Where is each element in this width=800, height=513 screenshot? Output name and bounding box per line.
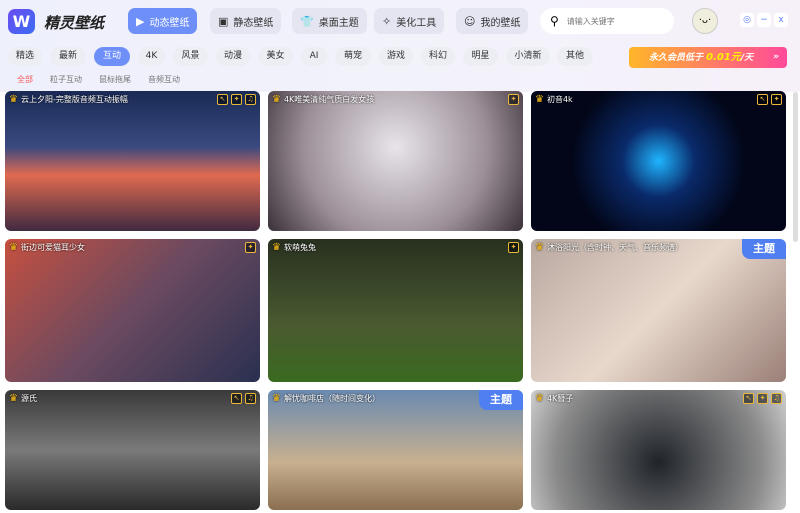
particle-icon: ✦ xyxy=(508,242,519,253)
image-icon: ▣ xyxy=(218,14,229,28)
scrollbar[interactable] xyxy=(793,92,798,242)
smile-icon: ☺ xyxy=(464,14,476,28)
particle-icon: ✦ xyxy=(757,393,768,404)
promo-price: 0.01元 xyxy=(706,52,741,63)
card-title-text: 云上夕阳-完整版音频互动振幅 xyxy=(20,95,128,104)
mouse-icon: ↖ xyxy=(757,94,768,105)
crown-icon: ♛ xyxy=(9,393,18,404)
play-icon: ▶ xyxy=(136,14,145,28)
wallpaper-card[interactable]: ♛ 沐浴阳光（含时钟、天气、音乐频谱） 主题 xyxy=(531,239,786,382)
nav-label: 我的壁纸 xyxy=(480,17,521,29)
search-box[interactable]: ⚲ xyxy=(540,8,674,34)
wallpaper-card[interactable]: ♛ 软萌兔兔 ✦ xyxy=(268,239,523,382)
subcategory-tab[interactable]: 粒子互动 xyxy=(50,74,82,85)
card-title: ♛ 4K簪子 xyxy=(535,393,573,404)
category-tab[interactable]: 互动 xyxy=(94,47,130,66)
app-logo: W xyxy=(8,9,35,34)
shirt-icon: 👕 xyxy=(300,14,314,28)
crown-icon: ♛ xyxy=(9,94,18,105)
nav-my-wallpaper[interactable]: ☺ 我的壁纸 xyxy=(456,8,529,34)
close-button[interactable]: x xyxy=(774,13,788,27)
wallpaper-card[interactable]: ♛ 初音4k ↖ ✦ xyxy=(531,91,786,231)
card-title: ♛ 初音4k xyxy=(535,94,573,105)
category-tab[interactable]: 明星 xyxy=(463,47,498,66)
category-tab[interactable]: AI xyxy=(301,47,327,66)
category-tab[interactable]: 美女 xyxy=(258,47,293,66)
card-title-text: 4K簪子 xyxy=(546,394,574,403)
category-tab[interactable]: 游戏 xyxy=(379,47,413,66)
music-icon: ♫ xyxy=(245,94,256,105)
category-tab[interactable]: 动漫 xyxy=(216,47,250,66)
subcategory-tab[interactable]: 鼠标拖尾 xyxy=(99,74,131,85)
category-tab[interactable]: 精选 xyxy=(8,47,42,66)
nav-beautify-tools[interactable]: ✧ 美化工具 xyxy=(374,8,445,34)
mouse-icon: ↖ xyxy=(231,393,242,404)
nav-dynamic-wallpaper[interactable]: ▶ 动态壁纸 xyxy=(128,8,198,34)
tool-icon: ✧ xyxy=(382,14,392,28)
card-title: ♛ 街边可爱猫耳少女 xyxy=(9,242,85,253)
promo-arrow-icon: » xyxy=(773,52,779,62)
promo-unit: /天 xyxy=(740,53,754,63)
category-tab[interactable]: 风景 xyxy=(173,47,208,66)
theme-badge: 主题 xyxy=(742,239,786,259)
card-title-text: 源氏 xyxy=(20,394,37,403)
wallpaper-card[interactable]: ♛ 源氏 ↖ ♫ xyxy=(5,390,260,510)
nav-label: 桌面主题 xyxy=(318,17,359,29)
nav-desktop-theme[interactable]: 👕 桌面主题 xyxy=(292,8,367,34)
card-title-text: 4K唯美清纯气质白发女孩 xyxy=(283,95,375,104)
category-tab[interactable]: 萌宠 xyxy=(335,47,371,66)
subcategory-tab[interactable]: 音频互动 xyxy=(148,74,180,85)
wallpaper-card[interactable]: ♛ 云上夕阳-完整版音频互动振幅 ↖ ✦ ♫ xyxy=(5,91,260,231)
card-title-text: 解忧咖啡店（随时间变化） xyxy=(283,394,380,403)
card-title-text: 软萌兔兔 xyxy=(283,243,316,252)
card-title: ♛ 4K唯美清纯气质白发女孩 xyxy=(272,94,374,105)
wallpaper-card[interactable]: ♛ 街边可爱猫耳少女 ✦ xyxy=(5,239,260,382)
crown-icon: ♛ xyxy=(535,242,544,253)
particle-icon: ✦ xyxy=(771,94,782,105)
wallpaper-card[interactable]: ♛ 4K簪子 ↖ ✦ ♫ xyxy=(531,390,786,510)
card-title-text: 街边可爱猫耳少女 xyxy=(20,243,85,252)
subcategory-tab[interactable]: 全部 xyxy=(17,74,33,85)
crown-icon: ♛ xyxy=(272,393,281,404)
card-title: ♛ 沐浴阳光（含时钟、天气、音乐频谱） xyxy=(535,242,683,253)
music-icon: ♫ xyxy=(771,393,782,404)
settings-button[interactable]: ◎ xyxy=(740,13,754,27)
category-tab[interactable]: 小清新 xyxy=(506,47,550,66)
category-tab[interactable]: 科幻 xyxy=(421,47,455,66)
particle-icon: ✦ xyxy=(231,94,242,105)
category-tab[interactable]: 最新 xyxy=(50,47,86,66)
nav-label: 静态壁纸 xyxy=(233,17,274,29)
theme-badge: 主题 xyxy=(479,390,523,410)
wallpaper-card[interactable]: ♛ 解忧咖啡店（随时间变化） 主题 xyxy=(268,390,523,510)
crown-icon: ♛ xyxy=(272,242,281,253)
search-input[interactable] xyxy=(566,16,657,26)
minimize-button[interactable]: − xyxy=(757,13,771,27)
search-icon: ⚲ xyxy=(550,14,559,28)
nav-static-wallpaper[interactable]: ▣ 静态壁纸 xyxy=(210,8,282,34)
card-title-text: 沐浴阳光（含时钟、天气、音乐频谱） xyxy=(546,243,683,252)
avatar[interactable]: ·ᴗ· xyxy=(692,8,718,34)
category-tab[interactable]: 4K xyxy=(138,47,165,66)
crown-icon: ♛ xyxy=(272,94,281,105)
crown-icon: ♛ xyxy=(9,242,18,253)
card-title: ♛ 软萌兔兔 xyxy=(272,242,316,253)
mouse-icon: ↖ xyxy=(743,393,754,404)
card-title-text: 初音4k xyxy=(546,95,573,104)
mouse-icon: ↖ xyxy=(217,94,228,105)
particle-icon: ✦ xyxy=(508,94,519,105)
wallpaper-card[interactable]: ♛ 4K唯美清纯气质白发女孩 ✦ xyxy=(268,91,523,231)
app-name: 精灵壁纸 xyxy=(44,14,105,32)
nav-label: 动态壁纸 xyxy=(149,17,190,29)
card-title: ♛ 源氏 xyxy=(9,393,37,404)
card-title: ♛ 云上夕阳-完整版音频互动振幅 xyxy=(9,94,128,105)
vip-promo-banner[interactable]: 永久会员低于 0.01元/天 » xyxy=(629,47,787,68)
card-title: ♛ 解忧咖啡店（随时间变化） xyxy=(272,393,380,404)
particle-icon: ✦ xyxy=(245,242,256,253)
nav-label: 美化工具 xyxy=(396,17,437,29)
music-icon: ♫ xyxy=(245,393,256,404)
category-tab[interactable]: 其他 xyxy=(557,47,593,66)
crown-icon: ♛ xyxy=(535,393,544,404)
promo-text: 永久会员低于 xyxy=(649,53,704,63)
crown-icon: ♛ xyxy=(535,94,544,105)
